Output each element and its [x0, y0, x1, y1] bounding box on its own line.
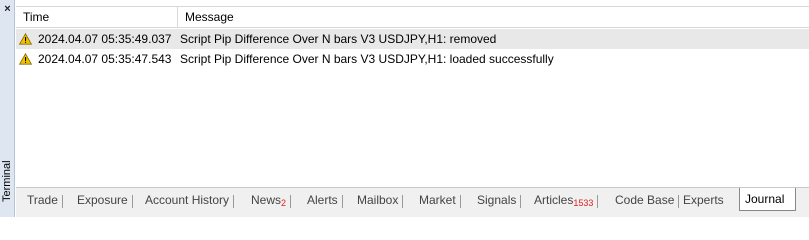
tab-news[interactable]: News2 [246, 191, 292, 210]
journal-panel: Time Message 2024.04.07 05:35:49.037 Scr… [16, 0, 809, 187]
articles-count-badge: 1533 [573, 198, 594, 208]
row-time: 2024.04.07 05:35:47.543 [38, 52, 172, 66]
tab-label: Alerts [307, 193, 338, 207]
tab-label: News [251, 193, 282, 207]
tab-account-history[interactable]: Account History [140, 191, 235, 210]
column-header-message[interactable]: Message [178, 7, 809, 27]
tab-journal[interactable]: Journal [739, 188, 796, 211]
tab-mailbox[interactable]: Mailbox [352, 191, 404, 210]
tab-label: Code Base [615, 193, 675, 207]
tab-experts[interactable]: Experts [678, 191, 729, 210]
tab-label: Signals [477, 193, 517, 207]
column-header-time[interactable]: Time [16, 7, 178, 27]
warning-icon [19, 33, 32, 45]
tab-exposure[interactable]: Exposure [72, 191, 133, 210]
row-time: 2024.04.07 05:35:49.037 [38, 32, 172, 46]
table-row[interactable]: 2024.04.07 05:35:49.037 Script Pip Diffe… [16, 29, 809, 49]
tab-label: Journal [745, 192, 785, 206]
tab-signals[interactable]: Signals [472, 191, 522, 210]
table-row[interactable]: 2024.04.07 05:35:47.543 Script Pip Diffe… [16, 49, 809, 69]
tab-label: Trade [27, 193, 58, 207]
row-message: Script Pip Difference Over N bars V3 USD… [180, 52, 554, 66]
warning-icon [19, 53, 32, 65]
close-icon[interactable]: × [0, 2, 15, 16]
news-count-badge: 2 [281, 198, 287, 208]
terminal-title: Terminal [1, 160, 13, 202]
tab-label: Articles [534, 193, 574, 207]
tab-label: Market [419, 193, 456, 207]
tab-alerts[interactable]: Alerts [302, 191, 343, 210]
tab-trade[interactable]: Trade [22, 191, 63, 210]
table-header: Time Message [16, 6, 809, 28]
tab-label: Account History [145, 193, 230, 207]
tab-market[interactable]: Market [414, 191, 461, 210]
tab-label: Mailbox [357, 193, 399, 207]
row-message: Script Pip Difference Over N bars V3 USD… [180, 32, 497, 46]
terminal-sidebar: × Terminal [0, 0, 15, 217]
tab-code-base[interactable]: Code Base [610, 191, 680, 210]
tab-label: Exposure [77, 193, 128, 207]
tab-label: Experts [683, 193, 724, 207]
tab-articles[interactable]: Articles1533 [529, 191, 599, 210]
terminal-tab-bar: Trade Exposure Account History News2 Ale… [16, 187, 809, 217]
